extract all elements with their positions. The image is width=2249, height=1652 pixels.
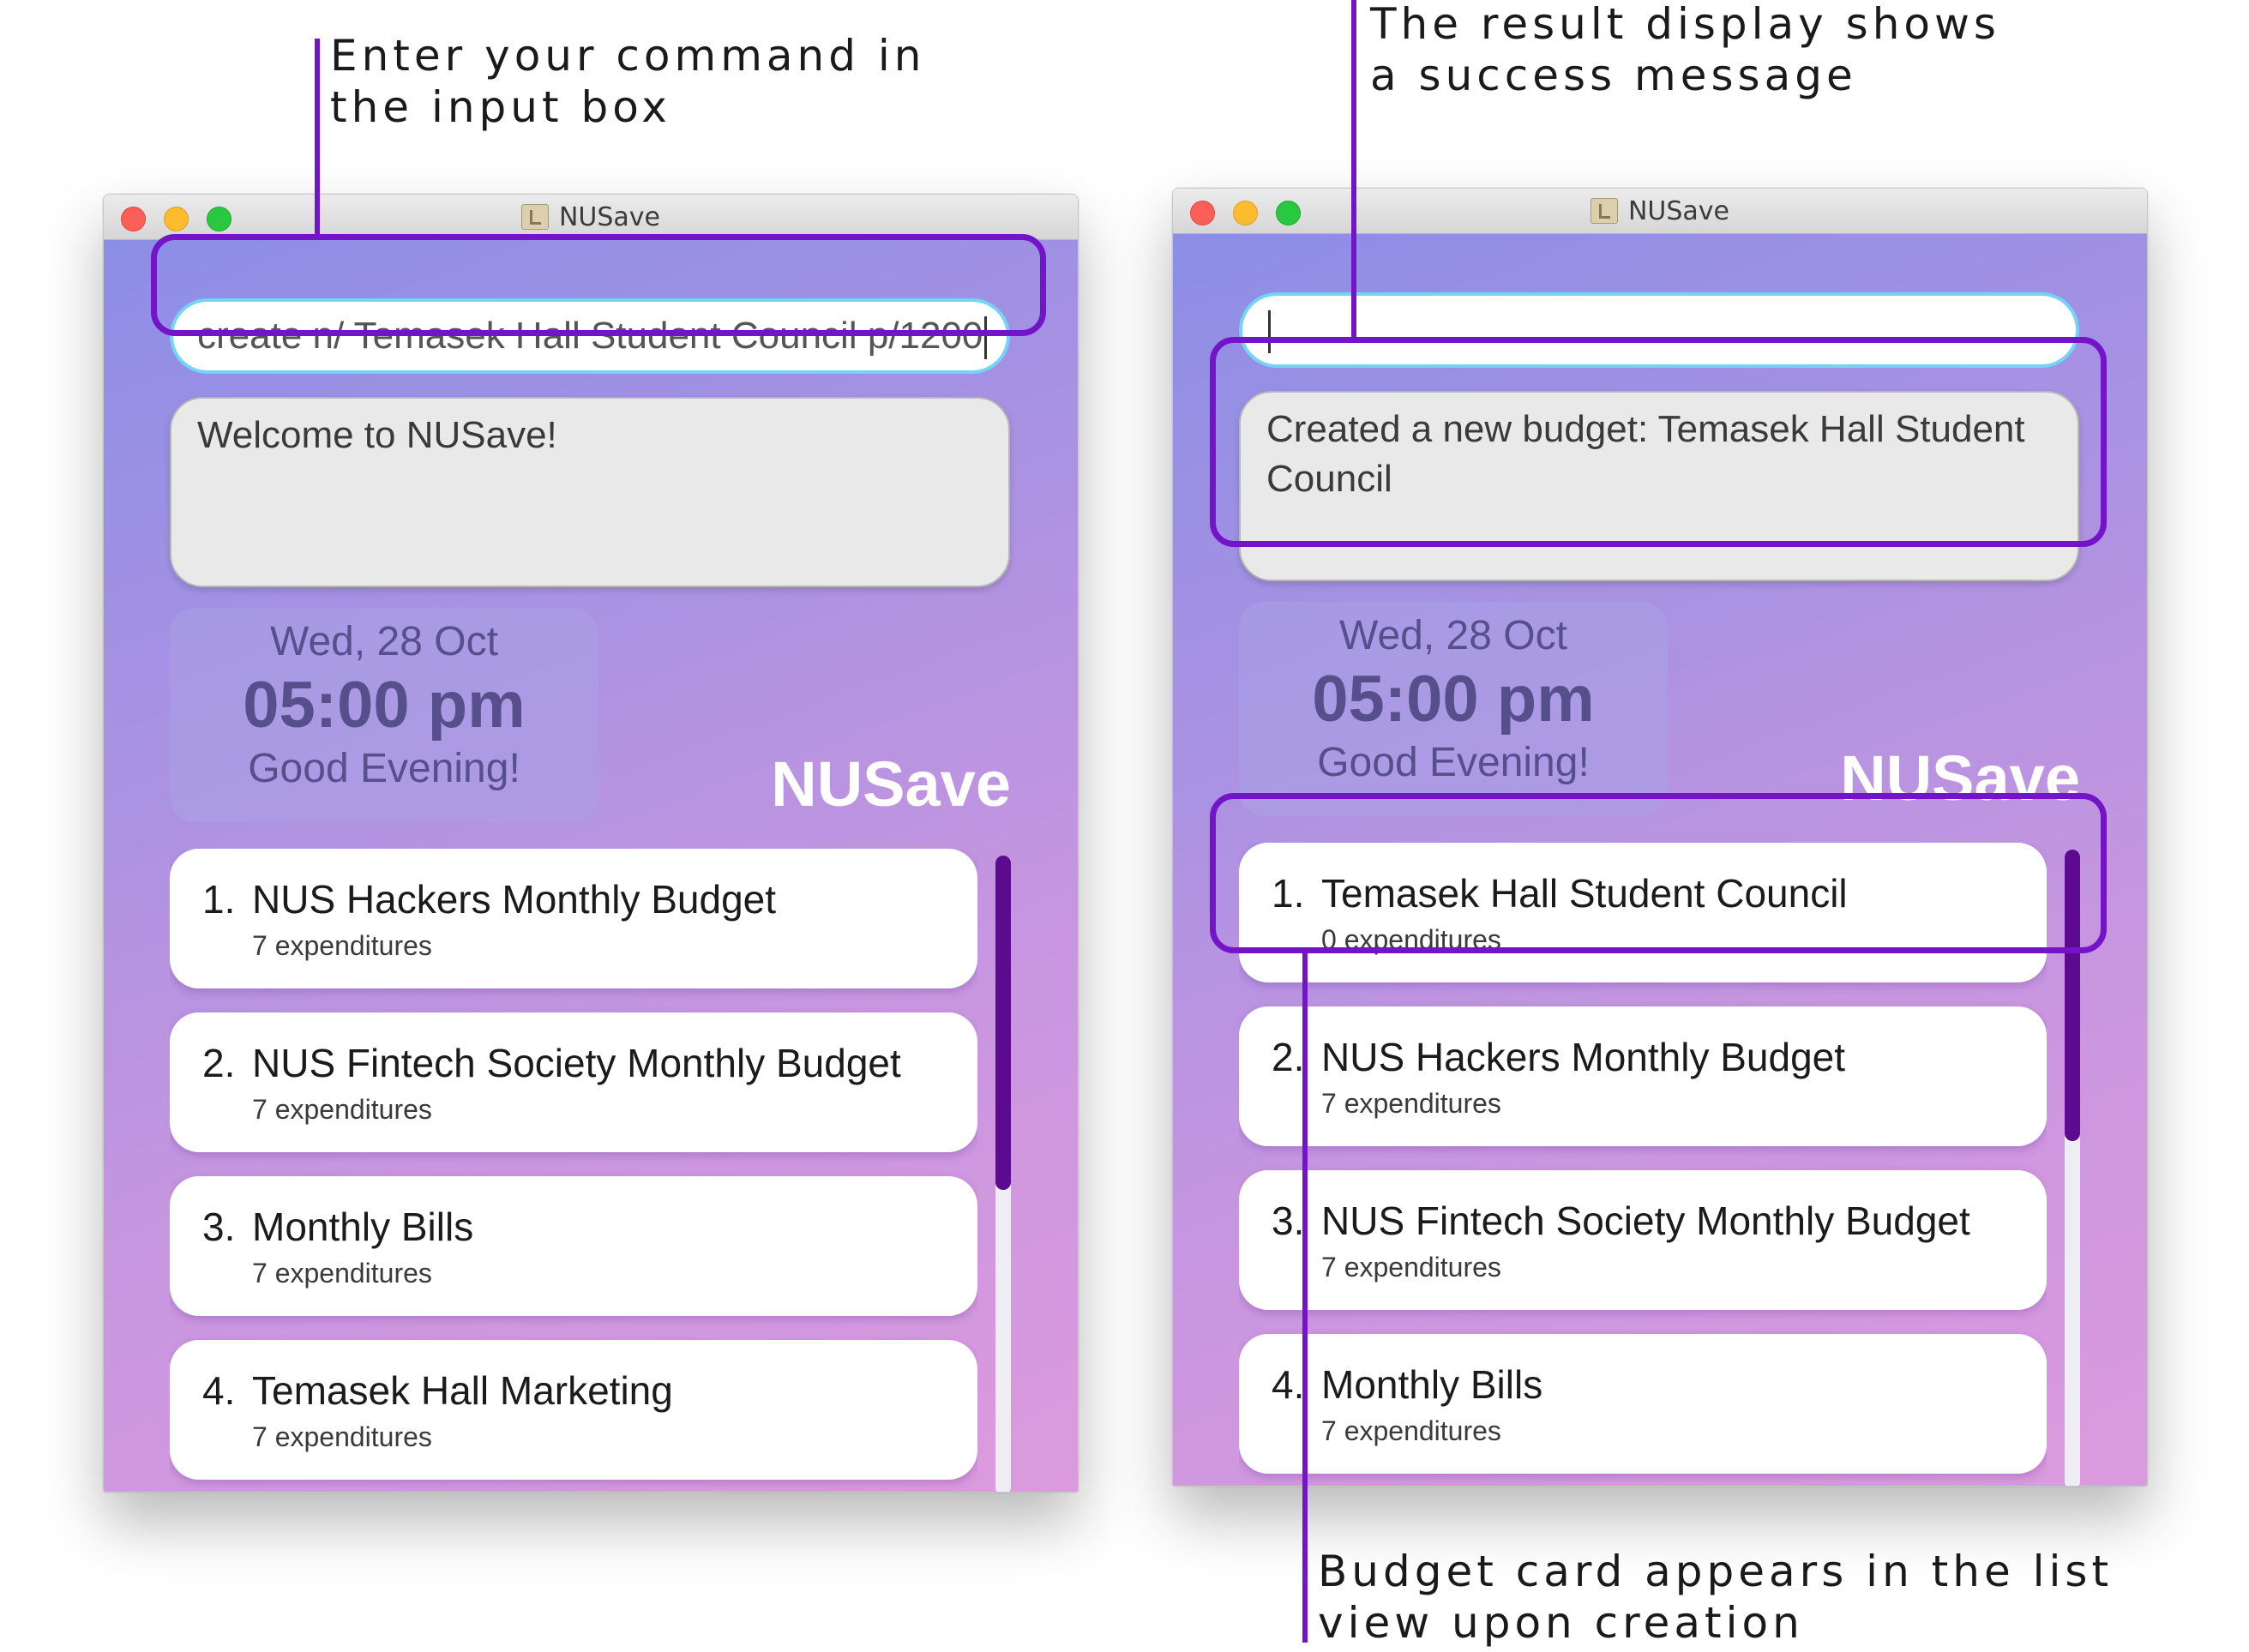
app-window-before: NUSave create n/ Temasek Hall Student Co… <box>103 194 1079 1493</box>
budget-index: 3. <box>1272 1198 1305 1243</box>
budget-expenditure-count: 7 expenditures <box>1321 1088 1501 1119</box>
budget-name: NUS Fintech Society Monthly Budget <box>252 1041 901 1085</box>
budget-card[interactable]: 3. Monthly Bills 7 expenditures <box>170 1176 977 1316</box>
budget-expenditure-count: 7 expenditures <box>1321 1252 1501 1283</box>
budget-name: Monthly Bills <box>1321 1362 1543 1407</box>
budget-index: 4. <box>202 1368 236 1413</box>
clock-panel: Wed, 28 Oct 05:00 pm Good Evening! <box>1239 602 1668 816</box>
window-title: NUSave <box>104 195 1078 239</box>
budget-index: 3. <box>202 1204 236 1249</box>
clock-time: 05:00 pm <box>1312 663 1595 736</box>
clock-date: Wed, 28 Oct <box>1339 613 1567 658</box>
result-text: Welcome to NUSave! <box>197 414 557 456</box>
budget-card[interactable]: 2. NUS Fintech Society Monthly Budget 7 … <box>170 1012 977 1152</box>
clock-panel: Wed, 28 Oct 05:00 pm Good Evening! <box>170 608 598 822</box>
budget-name: NUS Fintech Society Monthly Budget <box>1321 1198 1970 1243</box>
highlight-result-display <box>1210 337 2107 547</box>
budget-name: Temasek Hall Marketing <box>252 1368 673 1413</box>
scrollbar-thumb[interactable] <box>995 856 1011 1190</box>
budget-index: 1. <box>202 877 236 922</box>
app-icon <box>520 204 549 230</box>
budget-index: 2. <box>1272 1035 1305 1079</box>
budget-expenditure-count: 7 expenditures <box>252 1421 432 1452</box>
budget-card[interactable]: 2. NUS Hackers Monthly Budget 7 expendit… <box>1239 1006 2047 1146</box>
brand-logo: NUSave <box>771 748 1011 820</box>
callout-result: The result display shows a success messa… <box>1370 0 2000 100</box>
clock-greeting: Good Evening! <box>248 746 520 791</box>
app-icon <box>1590 198 1618 224</box>
budget-expenditure-count: 7 expenditures <box>252 930 432 961</box>
budget-expenditure-count: 7 expenditures <box>252 1258 432 1289</box>
main-content: create n/ Temasek Hall Student Council p… <box>104 240 1078 1492</box>
budget-expenditure-count: 7 expenditures <box>1321 1415 1501 1446</box>
clock-greeting: Good Evening! <box>1317 740 1590 785</box>
annotation-line-list <box>1302 948 1308 1643</box>
budget-index: 4. <box>1272 1362 1305 1407</box>
budget-card[interactable]: 4. Temasek Hall Marketing 7 expenditures <box>170 1340 977 1480</box>
clock-date: Wed, 28 Oct <box>270 619 498 664</box>
highlight-new-budget-card <box>1210 793 2107 953</box>
budget-card[interactable]: 1. NUS Hackers Monthly Budget 7 expendit… <box>170 849 977 988</box>
budget-index: 2. <box>202 1041 236 1085</box>
scrollbar-track[interactable] <box>995 856 1011 1492</box>
callout-list: Budget card appears in the list view upo… <box>1318 1547 2114 1648</box>
budget-list[interactable]: 1. NUS Hackers Monthly Budget 7 expendit… <box>170 849 977 1492</box>
window-title-text: NUSave <box>558 201 661 232</box>
budget-card[interactable]: 4. Monthly Bills 7 expenditures <box>1239 1334 2047 1474</box>
budget-name: NUS Hackers Monthly Budget <box>252 877 777 922</box>
title-bar: NUSave <box>1173 189 2147 234</box>
result-display: Welcome to NUSave! <box>170 397 1010 587</box>
clock-time: 05:00 pm <box>243 669 526 742</box>
budget-name: Monthly Bills <box>252 1204 474 1249</box>
window-title-text: NUSave <box>1627 195 1730 226</box>
highlight-command-input <box>151 234 1046 336</box>
budget-expenditure-count: 7 expenditures <box>252 1094 432 1125</box>
callout-input: Enter your command in the input box <box>330 31 926 132</box>
window-title: NUSave <box>1173 189 2147 233</box>
budget-card[interactable]: 3. NUS Fintech Society Monthly Budget 7 … <box>1239 1170 2047 1310</box>
annotation-line-result <box>1351 0 1356 339</box>
budget-name: NUS Hackers Monthly Budget <box>1321 1035 1846 1079</box>
annotation-line-input <box>315 39 320 237</box>
